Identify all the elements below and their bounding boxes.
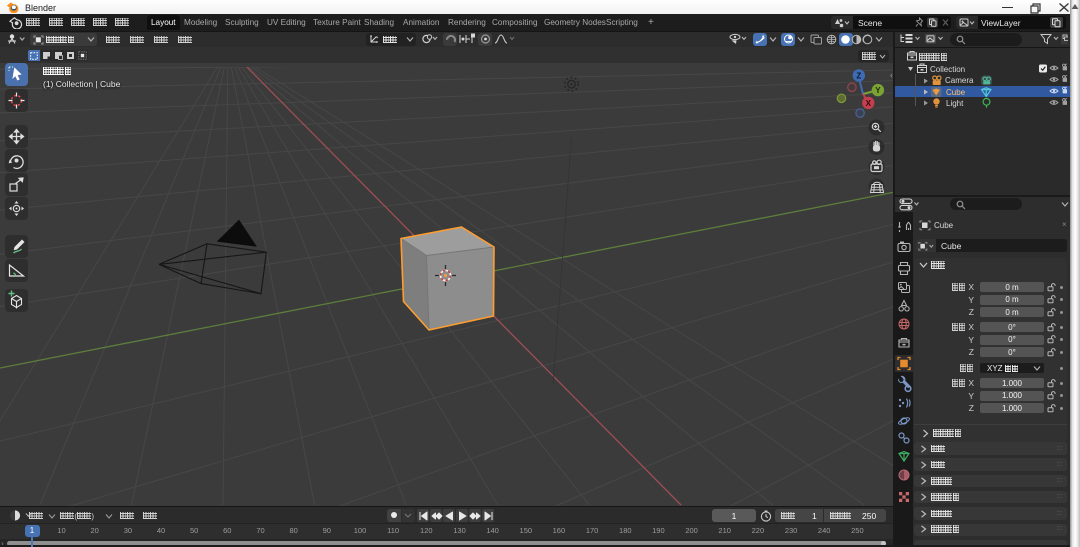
svg-text:Z: Z: [856, 72, 861, 81]
svg-text:Y: Y: [875, 86, 881, 95]
svg-text:X: X: [866, 99, 872, 108]
